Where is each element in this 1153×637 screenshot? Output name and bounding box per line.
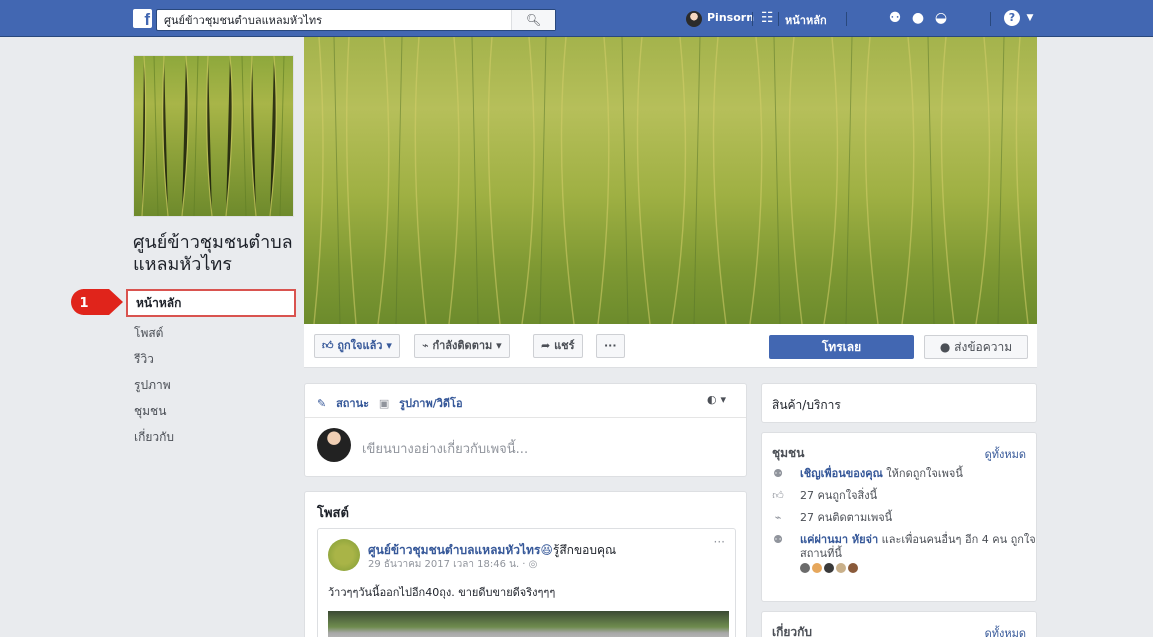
call-now-button[interactable]: โทรเลย	[769, 335, 914, 359]
liked-button[interactable]: 👍︎ ถูกใจแล้ว ▾	[314, 334, 400, 358]
post-card: ศูนย์ข้าวชุมชนตำบลแหลมหัวไทร😆รู้สึกขอบคุ…	[317, 528, 736, 637]
friend-avatar[interactable]	[824, 563, 834, 573]
composer-body: เขียนบางอย่างเกี่ยวกับเพจนี้...	[305, 418, 746, 476]
post-options-button[interactable]: ···	[714, 535, 725, 549]
nav-item-posts[interactable]: โพสต์	[126, 320, 296, 346]
friend-avatars	[800, 563, 1036, 573]
chevron-down-icon[interactable]: ▼	[1024, 10, 1036, 26]
page-action-bar: 👍︎ ถูกใจแล้ว ▾ ⌁ กำลังติดตาม ▾ ➦ แชร์ ··…	[304, 324, 1037, 368]
community-see-all-link[interactable]: ดูทั้งหมด	[985, 445, 1026, 463]
likes-count-row: 👍︎ 27 คนถูกใจสิ่งนี้	[770, 489, 1036, 511]
products-services-title: สินค้า/บริการ	[772, 398, 841, 412]
page-title: ศูนย์ข้าวชุมชนตำบลแหลมหัวไทร	[133, 232, 293, 275]
invite-friends-row: ⚉ เชิญเพื่อนของคุณ ให้กดถูกใจเพจนี้	[770, 467, 1036, 489]
search-input[interactable]	[157, 10, 517, 30]
visitors-link[interactable]: แค่ผ่านมา หัยจ่า	[800, 533, 878, 546]
friend-avatar[interactable]	[848, 563, 858, 573]
post-feeling: รู้สึกขอบคุณ	[552, 543, 617, 557]
page-cover-photo[interactable]	[304, 37, 1037, 324]
community-header: ชุมชน ดูทั้งหมด	[762, 433, 1036, 467]
photo-video-tab[interactable]: รูปภาพ/วิดีโอ	[399, 397, 462, 410]
follows-count-row: ⌁ 27 คนติดตามเพจนี้	[770, 511, 1036, 533]
home-link[interactable]: หน้าหลัก	[785, 11, 827, 29]
nav-item-about[interactable]: เกี่ยวกับ	[126, 424, 296, 450]
nav-item-community[interactable]: ชุมชน	[126, 398, 296, 424]
divider	[778, 12, 779, 26]
more-options-button[interactable]: ···	[596, 334, 625, 358]
page-profile-picture[interactable]	[133, 55, 294, 217]
audience-selector-icon[interactable]: ◐ ▾	[707, 393, 726, 406]
share-button[interactable]: ➦ แชร์	[533, 334, 583, 358]
rss-icon: ⌁	[774, 511, 782, 524]
composer-user-avatar	[317, 428, 351, 462]
page-side-navigation: หน้าหลัก โพสต์ รีวิว รูปภาพ ชุมชน เกี่ยว…	[126, 289, 296, 450]
share-label: แชร์	[554, 339, 575, 352]
posts-section-title: โพสต์	[317, 506, 349, 521]
friends-icon: ⚉	[773, 467, 783, 480]
find-friends-icon[interactable]: ☷	[761, 10, 774, 26]
follows-count-text[interactable]: 27 คนติดตามเพจนี้	[800, 511, 892, 524]
community-card: ชุมชน ดูทั้งหมด ⚉ เชิญเพื่อนของคุณ ให้กด…	[761, 432, 1037, 602]
top-navigation-bar: f 🔍︎ Pinsorn ☷ หน้าหลัก ⚉ ● ◒ ? ▼	[0, 0, 1153, 37]
status-tab[interactable]: สถานะ	[336, 397, 369, 410]
search-button[interactable]: 🔍︎	[511, 10, 555, 30]
help-icon[interactable]: ?	[1004, 10, 1020, 26]
nav-item-home[interactable]: หน้าหลัก	[126, 289, 296, 317]
facebook-logo-icon[interactable]: f	[133, 9, 152, 28]
liked-label: ถูกใจแล้ว ▾	[337, 339, 392, 352]
likes-count-text[interactable]: 27 คนถูกใจสิ่งนี้	[800, 489, 877, 502]
post-text: ว้าวๆๆวันนี้ออกไปอีก40ถุง. ขายดีบขายดีจร…	[328, 586, 556, 599]
visitors-row: ⚉ แค่ผ่านมา หัยจ่า และเพื่อนคนอื่นๆ อีก …	[770, 533, 1036, 579]
post-author-avatar[interactable]	[328, 539, 360, 571]
rss-icon: ⌁	[422, 339, 429, 352]
posts-section: โพสต์ ศูนย์ข้าวชุมชนตำบลแหลมหัวไทร😆รู้สึ…	[304, 491, 747, 637]
friend-requests-icon[interactable]: ⚉	[886, 10, 904, 26]
about-header: เกี่ยวกับ ดูทั้งหมด	[762, 612, 1036, 637]
about-see-all-link[interactable]: ดูทั้งหมด	[985, 624, 1026, 637]
composer-tabs: ✎ สถานะ ▣ รูปภาพ/วิดีโอ ◐ ▾	[305, 384, 746, 418]
thumbs-up-icon: 👍︎	[772, 489, 784, 502]
user-avatar[interactable]	[686, 11, 702, 27]
community-title: ชุมชน	[772, 446, 805, 460]
about-title: เกี่ยวกับ	[772, 625, 813, 637]
following-button[interactable]: ⌁ กำลังติดตาม ▾	[414, 334, 510, 358]
post-author-label[interactable]: ศูนย์ข้าวชุมชนตำบลแหลมหัวไทร	[368, 543, 540, 557]
pencil-icon: ✎	[317, 397, 327, 410]
callout-number: 1	[79, 296, 88, 311]
post-composer: ✎ สถานะ ▣ รูปภาพ/วิดีโอ ◐ ▾ เขียนบางอย่า…	[304, 383, 747, 477]
invite-friends-link[interactable]: เชิญเพื่อนของคุณ	[800, 467, 883, 480]
post-image[interactable]	[328, 611, 729, 637]
search-icon: 🔍︎	[525, 13, 542, 27]
messenger-icon[interactable]: ●	[909, 10, 927, 26]
search-box: 🔍︎	[156, 9, 556, 31]
invite-friends-text: ให้กดถูกใจเพจนี้	[886, 467, 963, 480]
photo-icon: ▣	[378, 397, 390, 410]
grin-emoji-icon: 😆	[540, 543, 553, 557]
friends-icon: ⚉	[773, 533, 783, 546]
thumbs-up-icon: 👍︎	[322, 339, 334, 352]
send-message-label: ส่งข้อความ	[954, 340, 1013, 354]
message-bubble-icon: ●	[939, 340, 951, 354]
nav-item-reviews[interactable]: รีวิว	[126, 346, 296, 372]
about-card: เกี่ยวกับ ดูทั้งหมด	[761, 611, 1037, 637]
user-name-link[interactable]: Pinsorn	[707, 11, 754, 24]
divider	[846, 12, 847, 26]
friend-avatar[interactable]	[800, 563, 810, 573]
send-message-button[interactable]: ● ส่งข้อความ	[924, 335, 1028, 359]
divider	[752, 12, 753, 26]
nav-item-photos[interactable]: รูปภาพ	[126, 372, 296, 398]
products-services-card[interactable]: สินค้า/บริการ	[761, 383, 1037, 423]
friend-avatar[interactable]	[836, 563, 846, 573]
notifications-globe-icon[interactable]: ◒	[932, 10, 950, 26]
divider	[990, 12, 991, 26]
composer-input[interactable]: เขียนบางอย่างเกี่ยวกับเพจนี้...	[362, 438, 528, 459]
friend-avatar[interactable]	[812, 563, 822, 573]
step-callout-marker: 1	[71, 289, 123, 315]
post-timestamp[interactable]: 29 ธันวาคม 2017 เวลา 18:46 น. · ◎	[368, 557, 537, 572]
following-label: กำลังติดตาม ▾	[432, 339, 502, 352]
share-arrow-icon: ➦	[541, 339, 551, 352]
